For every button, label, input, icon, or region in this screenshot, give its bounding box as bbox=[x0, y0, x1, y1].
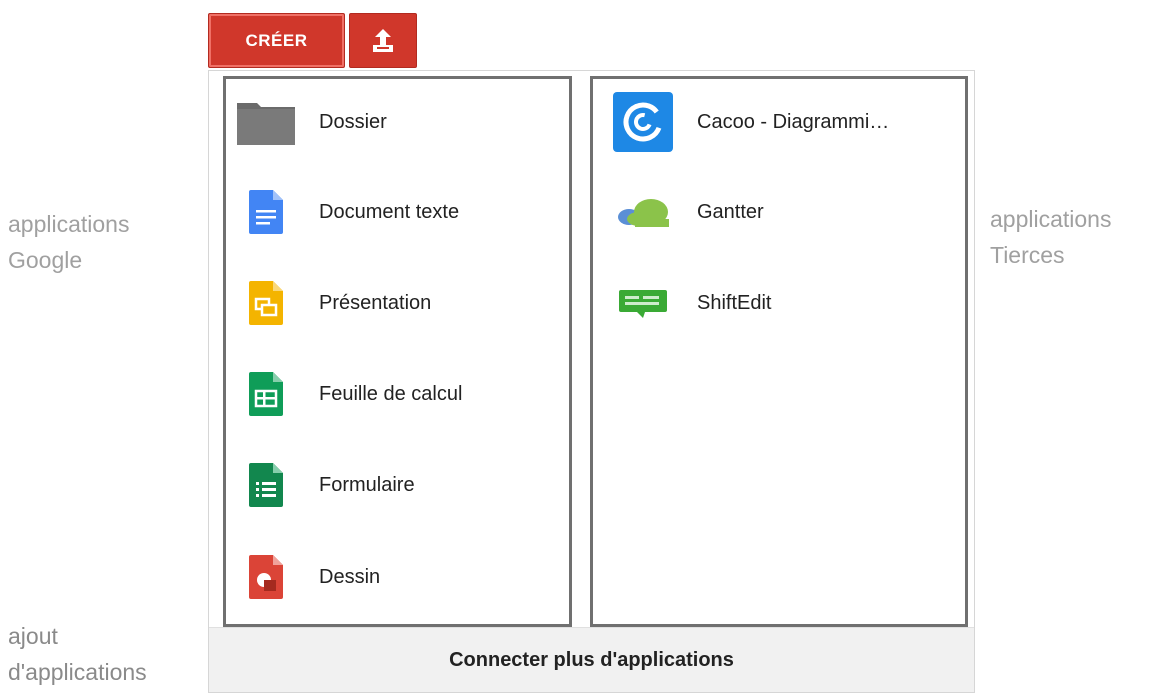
gantter-icon bbox=[613, 182, 673, 242]
menu-item-drawing[interactable]: Dessin bbox=[226, 542, 569, 612]
google-apps-column: Dossier Document texte Présentation Feui… bbox=[223, 76, 572, 627]
menu-item-label: Cacoo - Diagrammi… bbox=[697, 110, 890, 133]
create-button[interactable]: CRÉER bbox=[208, 13, 345, 68]
menu-item-label: Feuille de calcul bbox=[319, 382, 463, 405]
forms-icon bbox=[236, 455, 296, 515]
connect-more-apps-button[interactable]: Connecter plus d'applications bbox=[209, 627, 974, 692]
third-party-apps-column: Cacoo - Diagrammi… Gantter ShiftEdit bbox=[590, 76, 968, 627]
sheets-icon bbox=[236, 364, 296, 424]
annotation-add-line1: ajout bbox=[8, 623, 58, 649]
annotation-third-line2: Tierces bbox=[990, 242, 1065, 268]
create-menu: Dossier Document texte Présentation Feui… bbox=[208, 70, 975, 693]
folder-icon bbox=[236, 92, 296, 152]
menu-item-spreadsheet[interactable]: Feuille de calcul bbox=[226, 359, 569, 429]
docs-icon bbox=[236, 182, 296, 242]
slides-icon bbox=[236, 273, 296, 333]
shiftedit-icon bbox=[613, 273, 673, 333]
annotation-google-line1: applications bbox=[8, 211, 130, 237]
menu-item-label: Présentation bbox=[319, 291, 432, 314]
menu-item-folder[interactable]: Dossier bbox=[226, 87, 569, 157]
menu-item-document[interactable]: Document texte bbox=[226, 177, 569, 247]
create-button-label: CRÉER bbox=[245, 30, 308, 50]
drawings-icon bbox=[236, 547, 296, 607]
annotation-third-party-apps: applications Tierces bbox=[990, 201, 1111, 273]
annotation-add-apps: ajout d'applications bbox=[8, 618, 147, 690]
menu-item-label: Dessin bbox=[319, 565, 381, 588]
menu-item-shiftedit[interactable]: ShiftEdit bbox=[593, 268, 965, 338]
menu-item-gantter[interactable]: Gantter bbox=[593, 177, 965, 247]
connect-more-apps-label: Connecter plus d'applications bbox=[449, 648, 734, 671]
annotation-add-line2: d'applications bbox=[8, 659, 147, 685]
menu-item-label: Gantter bbox=[697, 200, 764, 223]
annotation-third-line1: applications bbox=[990, 206, 1112, 232]
menu-item-presentation[interactable]: Présentation bbox=[226, 268, 569, 338]
menu-item-label: ShiftEdit bbox=[697, 291, 772, 314]
annotation-google-line2: Google bbox=[8, 247, 83, 273]
upload-button[interactable] bbox=[349, 13, 417, 68]
menu-item-form[interactable]: Formulaire bbox=[226, 450, 569, 520]
upload-icon bbox=[373, 28, 393, 52]
menu-item-label: Dossier bbox=[319, 110, 387, 133]
menu-item-cacoo[interactable]: Cacoo - Diagrammi… bbox=[593, 87, 965, 157]
annotation-google-apps: applications Google bbox=[8, 206, 129, 278]
menu-item-label: Formulaire bbox=[319, 473, 415, 496]
cacoo-icon bbox=[613, 92, 673, 152]
menu-item-label: Document texte bbox=[319, 200, 460, 223]
